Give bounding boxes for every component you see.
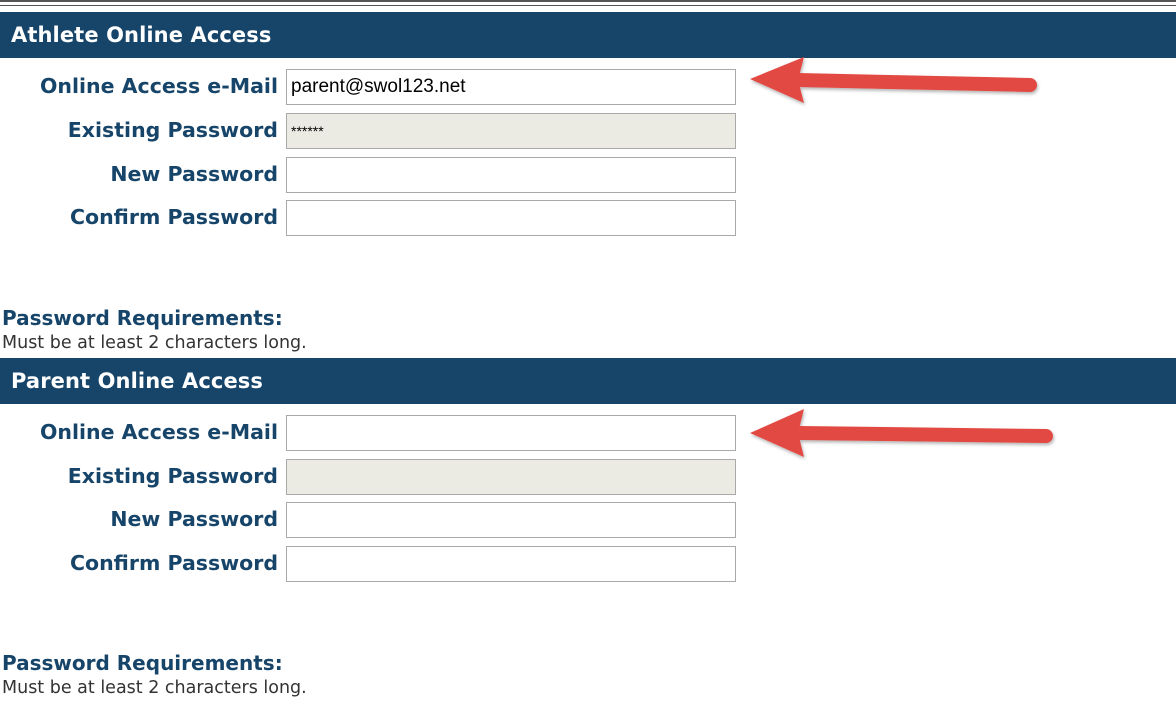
athlete-new-password-label: New Password <box>110 162 278 186</box>
parent-new-password-label: New Password <box>110 507 278 531</box>
athlete-new-password-input[interactable] <box>286 157 736 193</box>
top-divider <box>0 0 1176 2</box>
parent-password-requirements-text: Must be at least 2 characters long. <box>2 678 307 698</box>
top-divider-secondary <box>0 5 1176 6</box>
parent-existing-password-input <box>286 459 736 495</box>
athlete-confirm-password-row: Confirm Password <box>0 200 760 238</box>
parent-new-password-row: New Password <box>0 502 760 540</box>
athlete-existing-password-label: Existing Password <box>67 118 278 142</box>
athlete-confirm-password-label: Confirm Password <box>69 205 278 229</box>
parent-confirm-password-row: Confirm Password <box>0 546 760 584</box>
parent-section-header: Parent Online Access <box>0 358 1176 404</box>
parent-existing-password-row: Existing Password <box>0 459 760 497</box>
athlete-email-label: Online Access e-Mail <box>39 74 278 98</box>
athlete-email-input[interactable] <box>286 69 736 105</box>
parent-password-requirements-title: Password Requirements: <box>2 651 283 675</box>
parent-email-input[interactable] <box>286 415 736 451</box>
annotation-arrow-icon <box>750 409 1053 457</box>
parent-existing-password-label: Existing Password <box>67 464 278 488</box>
parent-confirm-password-input[interactable] <box>286 546 736 582</box>
annotation-arrow-icon <box>750 57 1037 103</box>
athlete-password-requirements-text: Must be at least 2 characters long. <box>2 333 307 353</box>
athlete-existing-password-row: Existing Password <box>0 113 760 151</box>
parent-new-password-input[interactable] <box>286 502 736 538</box>
online-access-page: Athlete Online Access Online Access e-Ma… <box>0 0 1176 704</box>
athlete-new-password-row: New Password <box>0 157 760 195</box>
athlete-password-requirements-title: Password Requirements: <box>2 306 283 330</box>
athlete-existing-password-input <box>286 113 736 149</box>
athlete-email-row: Online Access e-Mail <box>0 69 760 107</box>
parent-email-row: Online Access e-Mail <box>0 415 760 453</box>
athlete-confirm-password-input[interactable] <box>286 200 736 236</box>
parent-email-label: Online Access e-Mail <box>39 420 278 444</box>
parent-online-access-section: Parent Online Access <box>0 358 1176 404</box>
parent-confirm-password-label: Confirm Password <box>69 551 278 575</box>
